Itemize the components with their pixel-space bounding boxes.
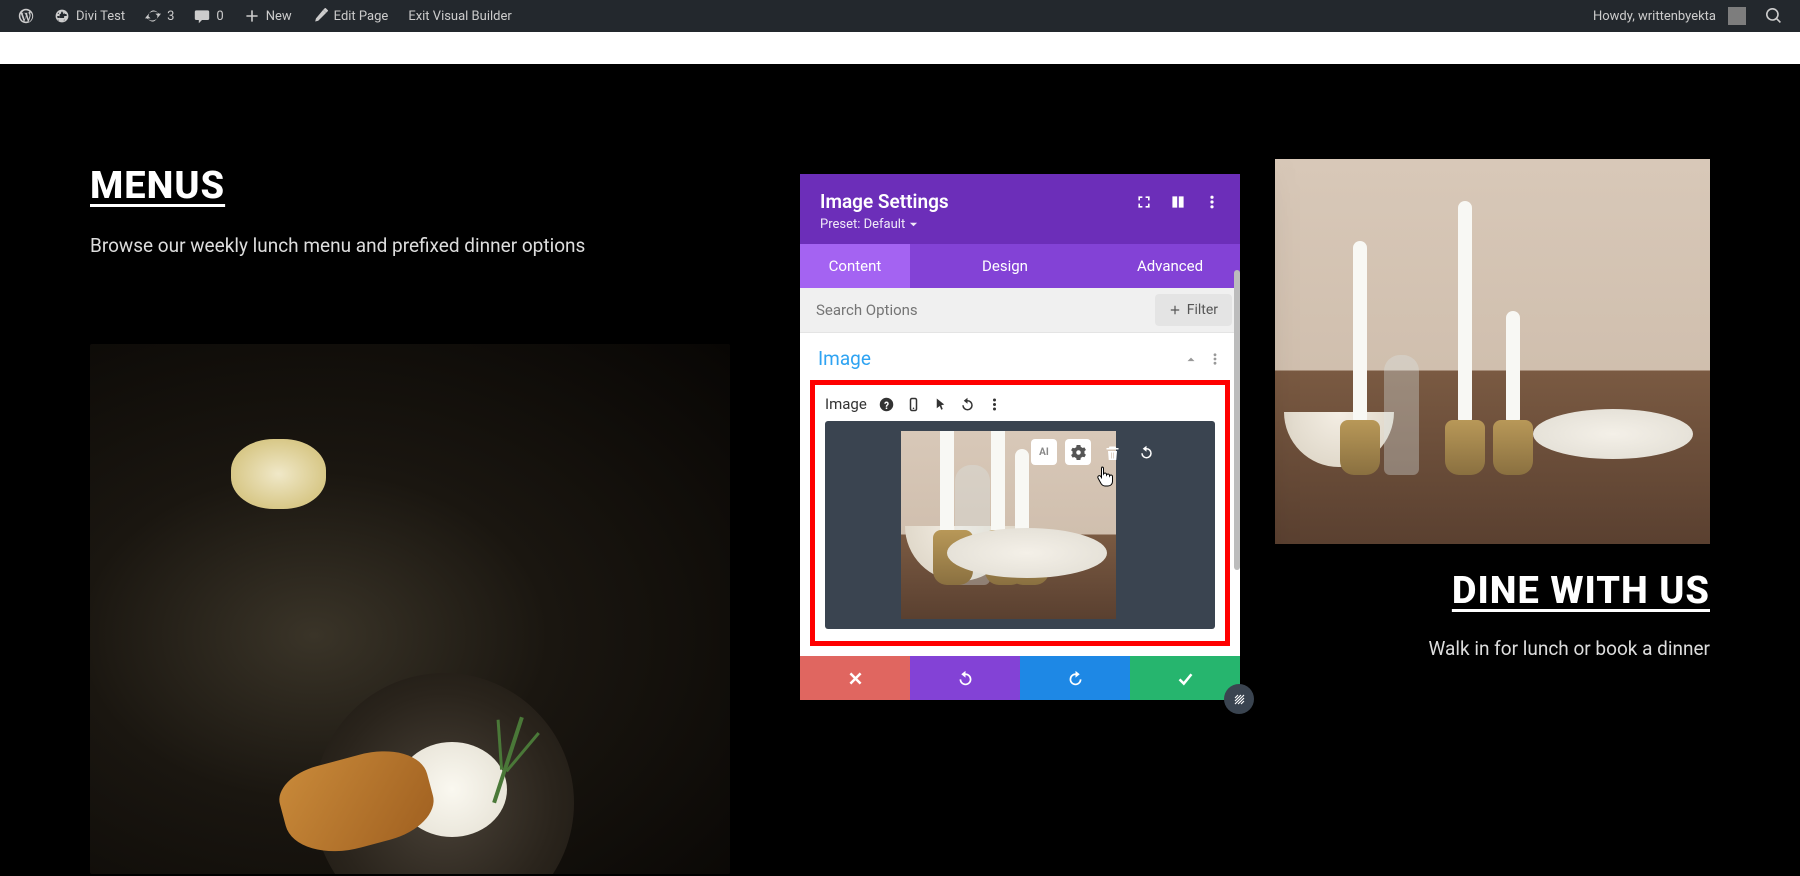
field-label-row: Image bbox=[825, 389, 1215, 421]
dine-sub: Walk in for lunch or book a dinner bbox=[1275, 637, 1710, 660]
delete-button[interactable] bbox=[1099, 439, 1125, 465]
resize-handle[interactable] bbox=[1224, 684, 1254, 714]
preset-dropdown[interactable]: Preset: Default bbox=[820, 217, 1136, 232]
site-name: Divi Test bbox=[76, 9, 125, 24]
modal-actions bbox=[800, 656, 1240, 700]
expand-icon[interactable] bbox=[1136, 194, 1152, 210]
cancel-button[interactable] bbox=[800, 656, 910, 700]
left-food-image[interactable] bbox=[90, 344, 730, 874]
tab-design[interactable]: Design bbox=[910, 244, 1100, 288]
modal-redo-button[interactable] bbox=[1020, 656, 1130, 700]
comments-link[interactable]: 0 bbox=[184, 0, 233, 32]
section-more-icon[interactable] bbox=[1208, 352, 1222, 366]
food-illustration bbox=[90, 344, 730, 874]
columns-icon[interactable] bbox=[1170, 194, 1186, 210]
cursor-pointer-icon bbox=[1095, 465, 1115, 487]
exit-builder-link[interactable]: Exit Visual Builder bbox=[398, 0, 521, 32]
howdy-link[interactable]: Howdy, writtenbyekta bbox=[1583, 0, 1756, 32]
hover-icon[interactable] bbox=[933, 397, 948, 412]
device-icon[interactable] bbox=[906, 397, 921, 412]
undo-button[interactable] bbox=[1133, 439, 1159, 465]
modal-header[interactable]: Image Settings Preset: Default bbox=[800, 174, 1240, 244]
left-text-block: MENUS Browse our weekly lunch menu and p… bbox=[90, 164, 730, 257]
filter-button[interactable]: Filter bbox=[1155, 294, 1232, 326]
scrollbar[interactable] bbox=[1234, 270, 1240, 570]
section-header[interactable]: Image bbox=[800, 333, 1240, 380]
menus-heading: MENUS bbox=[90, 164, 730, 208]
search-row: Filter bbox=[800, 288, 1240, 333]
chevron-up-icon[interactable] bbox=[1184, 352, 1198, 366]
avatar bbox=[1728, 7, 1746, 25]
wp-admin-bar: Divi Test 3 0 New Edit Page Exit Visual … bbox=[0, 0, 1800, 32]
section-title: Image bbox=[818, 347, 1174, 370]
wp-logo[interactable] bbox=[8, 0, 44, 32]
modal-tabs: Content Design Advanced bbox=[800, 244, 1240, 288]
image-overlay-toolbar: AI bbox=[1031, 439, 1159, 465]
modal-undo-button[interactable] bbox=[910, 656, 1020, 700]
site-name-link[interactable]: Divi Test bbox=[44, 0, 135, 32]
save-button[interactable] bbox=[1130, 656, 1240, 700]
modal-title: Image Settings bbox=[820, 190, 1136, 213]
field-label: Image bbox=[825, 395, 867, 413]
image-preview[interactable]: AI bbox=[825, 421, 1215, 629]
table-illustration bbox=[1275, 159, 1710, 544]
help-icon[interactable] bbox=[879, 397, 894, 412]
edit-page-link[interactable]: Edit Page bbox=[302, 0, 399, 32]
search-input[interactable] bbox=[800, 288, 1147, 332]
dine-heading: DINE WITH US bbox=[1275, 569, 1710, 613]
menus-sub: Browse our weekly lunch menu and prefixe… bbox=[90, 234, 730, 257]
updates-count: 3 bbox=[167, 9, 174, 24]
settings-button[interactable] bbox=[1065, 439, 1091, 465]
more-icon[interactable] bbox=[1204, 194, 1220, 210]
search-toggle[interactable] bbox=[1756, 0, 1792, 32]
reset-icon[interactable] bbox=[960, 397, 975, 412]
ai-button[interactable]: AI bbox=[1031, 439, 1057, 465]
right-text-block: DINE WITH US Walk in for lunch or book a… bbox=[1275, 569, 1710, 660]
right-table-image[interactable] bbox=[1275, 159, 1710, 544]
highlight-box: Image AI bbox=[810, 380, 1230, 646]
image-settings-modal: Image Settings Preset: Default Content D… bbox=[800, 174, 1240, 700]
new-link[interactable]: New bbox=[234, 0, 302, 32]
field-more-icon[interactable] bbox=[987, 397, 1002, 412]
comments-count: 0 bbox=[216, 9, 223, 24]
tab-advanced[interactable]: Advanced bbox=[1100, 244, 1240, 288]
page-canvas: MENUS Browse our weekly lunch menu and p… bbox=[0, 64, 1800, 876]
updates-link[interactable]: 3 bbox=[135, 0, 184, 32]
white-strip bbox=[0, 32, 1800, 64]
tab-content[interactable]: Content bbox=[800, 244, 910, 288]
